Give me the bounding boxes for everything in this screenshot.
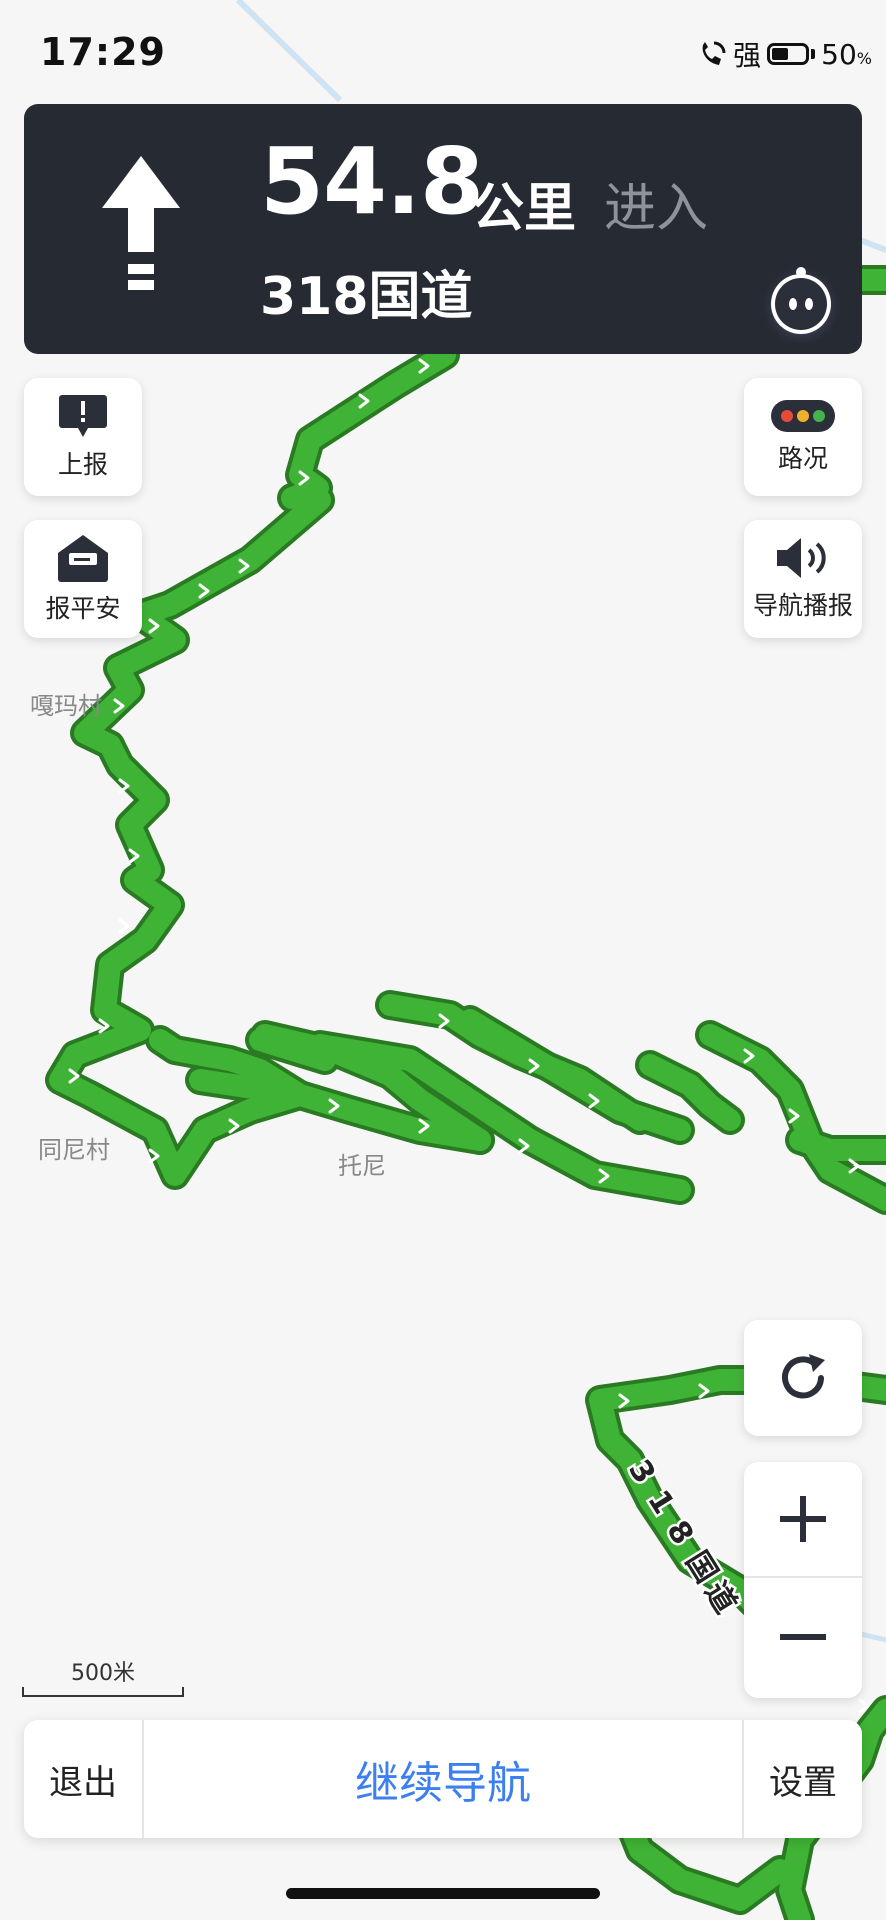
scale-bar [22,1687,184,1697]
refresh-route-button[interactable] [744,1320,862,1436]
battery-icon [767,43,810,65]
clock: 17:29 [40,30,166,74]
svg-text:318国道: 318国道 [621,1454,743,1620]
place-label: 同尼村 [38,1136,110,1164]
signal-strength: 强 [733,39,762,72]
speaker-icon [777,538,826,578]
status-icons: 强 50% [697,34,872,74]
safe-report-label: 报平安 [45,594,121,623]
guidance-panel[interactable]: 54.8 公里 进入 318国道 [24,104,862,354]
home-indicator[interactable] [286,1888,600,1899]
continue-navigation-button[interactable]: 继续导航 [142,1720,744,1838]
signal-icon [702,41,726,65]
report-icon [59,395,107,437]
straight-arrow-icon [102,156,180,290]
traffic-label: 路况 [777,444,828,473]
zoom-out-button[interactable] [744,1578,862,1696]
road-shield-label: 318国道 [619,1451,746,1622]
voice-broadcast-button[interactable]: 导航播报 [744,520,862,638]
zoom-control [744,1462,862,1698]
status-bar: 17:29 强 50% [0,0,886,100]
safe-report-button[interactable]: 报平安 [24,520,142,638]
distance-value: 54.8 [260,128,484,235]
envelope-icon [58,535,108,582]
battery-percent: 50% [821,37,872,71]
traffic-light-icon [771,400,835,432]
place-label: 嘎玛村 [30,692,102,720]
action-text: 进入 [604,179,709,239]
refresh-icon [782,1354,825,1399]
voice-broadcast-label: 导航播报 [752,591,853,620]
bottom-action-bar: 退出 继续导航 设置 [24,1720,862,1838]
zoom-in-button[interactable] [744,1462,862,1578]
scale-label: 500米 [71,1661,135,1686]
minus-icon [780,1634,826,1640]
settings-button[interactable]: 设置 [744,1720,862,1838]
report-button[interactable]: 上报 [24,378,142,496]
road-name: 318国道 [260,267,473,327]
distance-unit: 公里 [472,179,577,239]
bg-road [858,237,886,253]
exit-button[interactable]: 退出 [24,1720,142,1838]
battery-nub [811,49,816,59]
traffic-button[interactable]: 路况 [744,378,862,496]
report-label: 上报 [57,450,108,479]
voice-assistant-icon[interactable] [756,252,846,342]
map-scale: 500米 [22,1655,184,1697]
plus-icon [780,1496,826,1542]
place-label: 托尼 [338,1152,386,1180]
